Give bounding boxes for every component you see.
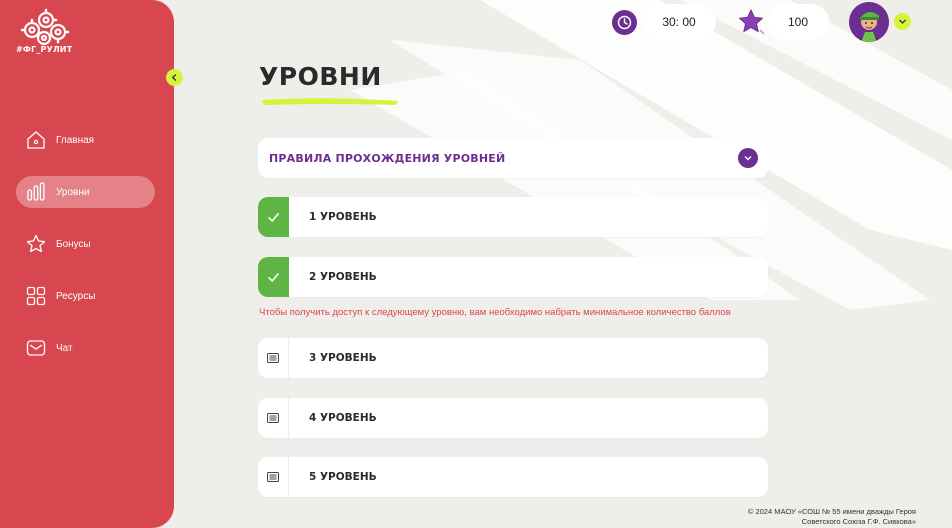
clock-icon — [612, 10, 637, 35]
sidebar-item-chat[interactable]: Чат — [16, 332, 155, 364]
rules-accordion-label: ПРАВИЛА ПРОХОЖДЕНИЯ УРОВНЕЙ — [269, 151, 506, 165]
level-label: 5 УРОВЕНЬ — [309, 471, 377, 483]
grid-icon — [26, 286, 46, 306]
level-card-5[interactable]: 5 УРОВЕНЬ — [258, 457, 768, 497]
level-label: 2 УРОВЕНЬ — [309, 271, 377, 283]
sidebar-item-label: Уровни — [56, 186, 90, 198]
sidebar-item-label: Главная — [56, 134, 95, 146]
title-highlight-stroke — [262, 98, 398, 105]
sidebar-item-label: Бонусы — [56, 238, 91, 250]
chevron-left-icon — [171, 74, 177, 81]
document-icon — [258, 457, 289, 497]
page-title: УРОВНИ — [259, 62, 382, 91]
profile-menu-button[interactable] — [894, 13, 911, 30]
sidebar-item-resources[interactable]: Ресурсы — [16, 280, 155, 312]
check-icon — [258, 257, 289, 297]
sidebar-nav: Главная Уровни Бонусы Ресурсы Чат — [16, 124, 155, 384]
sidebar-item-levels[interactable]: Уровни — [16, 176, 155, 208]
home-icon — [26, 130, 46, 150]
level-card-1[interactable]: 1 УРОВЕНЬ — [258, 197, 768, 237]
level-card-4[interactable]: 4 УРОВЕНЬ — [258, 398, 768, 438]
sidebar-item-label: Чат — [56, 342, 73, 354]
access-warning-text: Чтобы получить доступ к следующему уровн… — [259, 307, 731, 318]
star-outline-icon — [26, 234, 46, 254]
level-label: 3 УРОВЕНЬ — [309, 352, 377, 364]
sidebar-item-home[interactable]: Главная — [16, 124, 155, 156]
level-card-2[interactable]: 2 УРОВЕНЬ — [258, 257, 768, 297]
level-label: 1 УРОВЕНЬ — [309, 211, 377, 223]
avatar[interactable] — [849, 2, 889, 42]
footer-line: © 2024 МАОУ «СОШ № 55 имени дважды Героя — [747, 507, 916, 516]
chevron-down-icon — [899, 19, 906, 24]
sidebar: #ФГ_РУЛИТ Главная Уровни Бонусы Ресурсы — [0, 0, 174, 528]
document-icon — [258, 398, 289, 438]
sidebar-item-label: Ресурсы — [56, 290, 96, 302]
chevron-down-icon[interactable] — [738, 148, 758, 168]
check-icon — [258, 197, 289, 237]
score-display: 100 — [767, 4, 829, 40]
levels-bars-icon — [26, 182, 46, 202]
rules-accordion[interactable]: ПРАВИЛА ПРОХОЖДЕНИЯ УРОВНЕЙ — [258, 138, 768, 178]
timer-display: 30: 00 — [642, 4, 716, 40]
level-label: 4 УРОВЕНЬ — [309, 412, 377, 424]
footer-line: Советского Союза Г.Ф. Сивкова» — [801, 517, 916, 526]
document-icon — [258, 338, 289, 378]
sidebar-collapse-button[interactable] — [166, 69, 183, 86]
sidebar-item-bonuses[interactable]: Бонусы — [16, 228, 155, 260]
footer-copyright: © 2024 МАОУ «СОШ № 55 имени дважды Героя… — [686, 507, 916, 527]
star-icon — [739, 9, 765, 35]
mail-icon — [26, 338, 46, 358]
level-card-3[interactable]: 3 УРОВЕНЬ — [258, 338, 768, 378]
brand-hashtag: #ФГ_РУЛИТ — [16, 45, 73, 54]
